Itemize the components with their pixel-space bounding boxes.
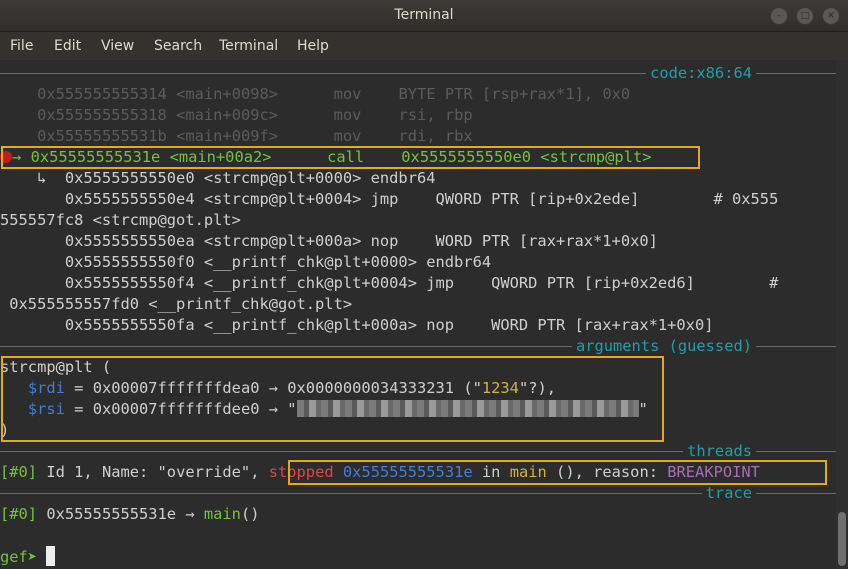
text-cursor <box>46 546 56 566</box>
arg-rdi: $rdi = 0x00007fffffffdea0 → 0x0000000034… <box>27 379 557 397</box>
terminal-output[interactable]: code:x86:64 0x555555555314 <main+0098> m… <box>0 60 836 569</box>
scrollbar-thumb[interactable] <box>838 512 846 566</box>
threads-section-label: threads <box>683 441 756 462</box>
menu-help[interactable]: Help <box>297 38 329 54</box>
command-prompt[interactable]: gef➤ <box>0 546 56 567</box>
menu-search[interactable]: Search <box>154 38 202 54</box>
arguments-section-header: arguments (guessed) <box>0 336 836 357</box>
branch-line: 0x555555557fd0 <__printf_chk@got.plt> <box>0 295 353 313</box>
window-title: Terminal <box>394 7 454 23</box>
branch-line: ↳ 0x5555555550e0 <strcmp@plt+0000> endbr… <box>0 169 436 187</box>
menu-bar: File Edit View Search Terminal Help <box>0 32 848 60</box>
current-instruction: → 0x55555555531e <main+00a2> call 0x5555… <box>0 147 652 168</box>
menu-terminal[interactable]: Terminal <box>219 38 278 54</box>
thread-line: [#0] Id 1, Name: "override", stopped 0x5… <box>0 463 760 481</box>
title-bar: Terminal – □ ✕ <box>0 0 848 32</box>
menu-edit[interactable]: Edit <box>54 38 81 54</box>
menu-view[interactable]: View <box>101 38 134 54</box>
arg-rsi: $rsi = 0x00007fffffffdee0 → " " <box>27 400 648 418</box>
branch-line: 0x5555555550e4 <strcmp@plt+0004> jmp QWO… <box>0 190 779 208</box>
maximize-button[interactable]: □ <box>796 7 814 25</box>
trace-line: [#0] 0x55555555531e → main() <box>0 505 260 523</box>
scrollbar[interactable] <box>836 60 848 569</box>
close-button[interactable]: ✕ <box>822 7 840 25</box>
code-line: 0x555555555318 <main+009c> mov rsi, rbp <box>37 106 473 124</box>
branch-line: 0x5555555550ea <strcmp@plt+000a> nop WOR… <box>0 232 658 250</box>
arguments-section-label: arguments (guessed) <box>571 336 756 357</box>
code-section-header: code:x86:64 <box>0 63 836 84</box>
args-header: strcmp@plt ( <box>0 358 112 376</box>
trace-section-header: trace <box>0 483 836 504</box>
threads-section-header: threads <box>0 441 836 462</box>
branch-line: 0x5555555550f4 <__printf_chk@plt+0004> j… <box>0 274 779 292</box>
minimize-button[interactable]: – <box>770 7 788 25</box>
args-footer: ) <box>0 421 10 439</box>
redacted-string <box>296 400 639 417</box>
breakpoint-icon <box>0 151 12 163</box>
code-line: 0x555555555314 <main+0098> mov BYTE PTR … <box>37 85 631 103</box>
code-line: 0x55555555531b <main+009f> mov rdi, rbx <box>37 127 473 145</box>
branch-line: 0x5555555550fa <__printf_chk@plt+000a> n… <box>0 316 714 334</box>
branch-line: 0x5555555550f0 <__printf_chk@plt+0000> e… <box>0 253 492 271</box>
code-section-label: code:x86:64 <box>646 63 756 84</box>
menu-file[interactable]: File <box>10 38 33 54</box>
trace-section-label: trace <box>701 483 756 504</box>
branch-line: 555557fc8 <strcmp@got.plt> <box>0 211 241 229</box>
